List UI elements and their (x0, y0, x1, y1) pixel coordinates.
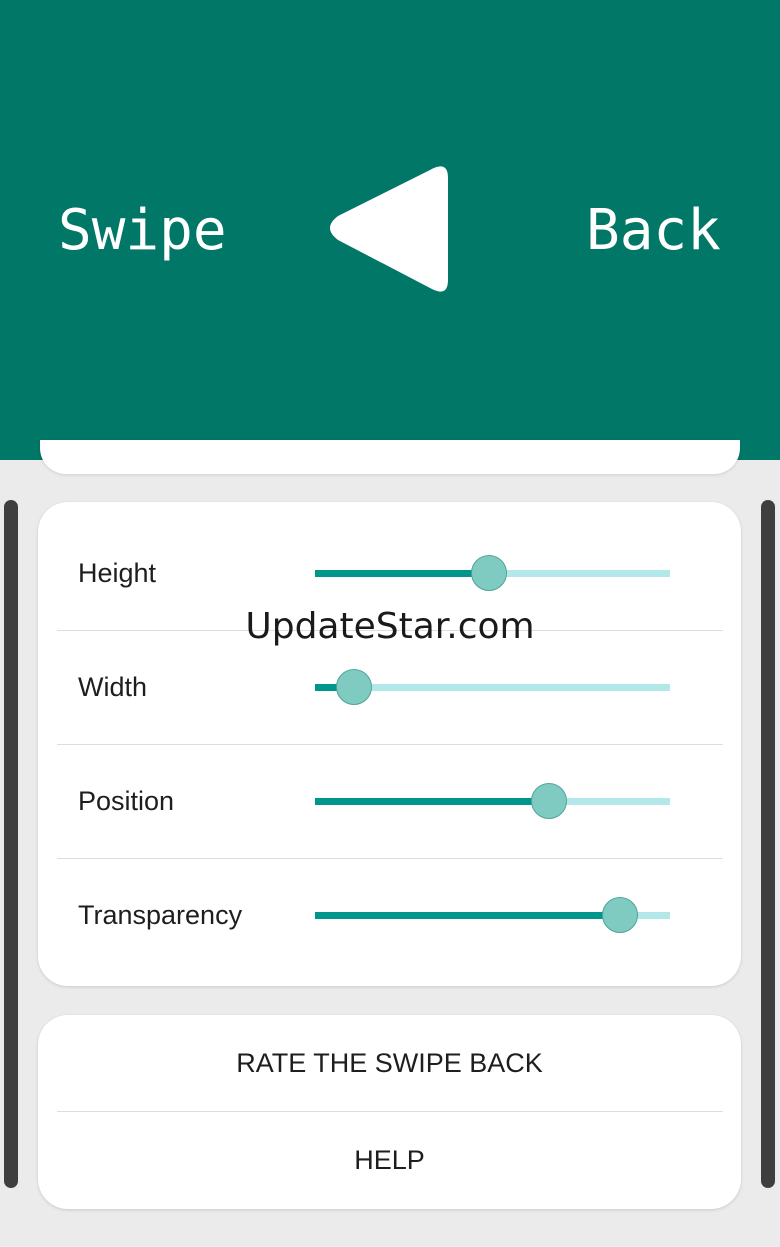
watermark-text: UpdateStar.com (245, 606, 535, 647)
height-slider[interactable] (315, 555, 670, 591)
width-slider[interactable] (315, 669, 670, 705)
settings-card: Height Width Position Transparency (38, 502, 741, 986)
transparency-slider[interactable] (315, 897, 670, 933)
previous-card-edge (40, 440, 740, 474)
height-slider-fill (315, 570, 489, 577)
help-button[interactable]: HELP (38, 1112, 741, 1209)
position-slider-thumb[interactable] (531, 783, 567, 819)
header-word-back: Back (586, 198, 721, 263)
position-label: Position (78, 786, 175, 816)
setting-row-position: Position (38, 744, 741, 858)
setting-row-transparency: Transparency (38, 858, 741, 972)
transparency-slider-thumb[interactable] (602, 897, 638, 933)
actions-card: RATE THE SWIPE BACK HELP (38, 1015, 741, 1209)
position-slider-fill (315, 798, 549, 805)
app-header: Swipe Back (0, 0, 780, 460)
height-slider-thumb[interactable] (471, 555, 507, 591)
transparency-label: Transparency (78, 900, 243, 930)
transparency-slider-fill (315, 912, 620, 919)
rate-button[interactable]: RATE THE SWIPE BACK (38, 1015, 741, 1111)
width-slider-thumb[interactable] (336, 669, 372, 705)
back-triangle-icon (330, 166, 448, 292)
position-slider[interactable] (315, 783, 670, 819)
header-word-swipe: Swipe (58, 198, 227, 263)
